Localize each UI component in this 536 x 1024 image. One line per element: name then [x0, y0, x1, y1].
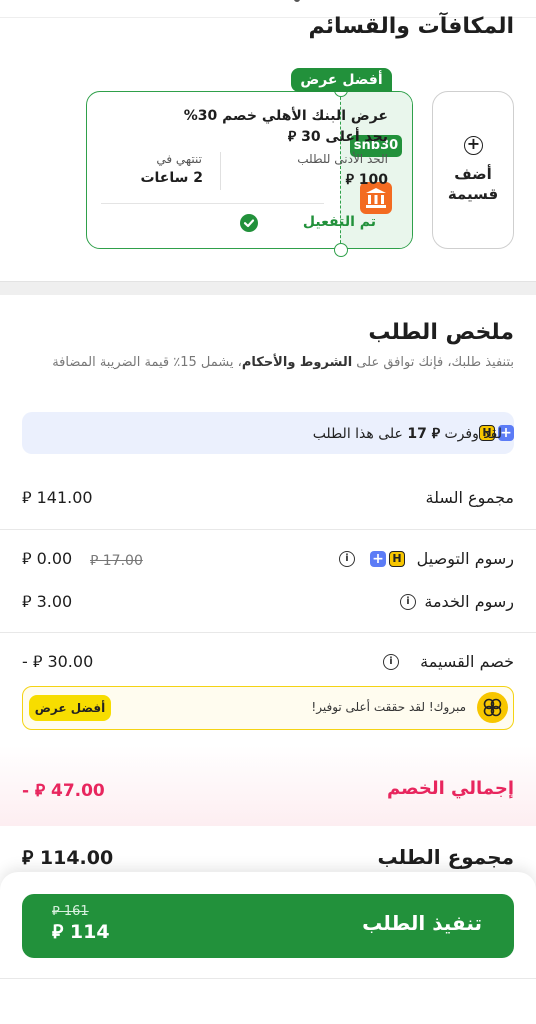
add-circle-icon: + — [464, 136, 483, 155]
delivery-info-icon[interactable]: i — [339, 551, 355, 567]
divider — [0, 529, 536, 530]
min-order-value: 100 ⃁ — [345, 172, 388, 188]
clover-icon — [477, 692, 508, 723]
total-discount-value: - ⃁ 47.00 — [22, 781, 105, 801]
add-voucher-label: أضف قسيمة — [447, 165, 499, 203]
delivery-fee-label: رسوم التوصيل — [416, 549, 514, 568]
voucher-discount-value: - ⃁ 30.00 — [22, 652, 94, 671]
divider — [0, 632, 536, 633]
rewards-section-title: المكافآت والقسائم — [308, 14, 514, 39]
terms-suffix: ، يشمل 15٪ قيمة الضريبة المضافة — [52, 355, 242, 370]
expires-label: تنتهي في — [156, 152, 202, 166]
congrats-text: مبروك! لقد حققت أعلى توفير! — [311, 700, 466, 714]
plus-badge-icon: + — [370, 551, 386, 567]
basket-total-label: مجموع السلة — [425, 488, 514, 507]
h-badge-icon: H — [389, 551, 405, 567]
service-info-icon[interactable]: i — [400, 594, 416, 610]
savings-text: لقد وفرت ⃁ 17 على هذا الطلب — [313, 424, 502, 442]
service-fee-label: رسوم الخدمة — [424, 592, 514, 611]
savings-prefix: لقد وفرت — [440, 426, 502, 442]
section-separator — [0, 281, 536, 295]
offer-divider-horizontal — [101, 203, 324, 204]
place-order-label: تنفيذ الطلب — [362, 911, 482, 935]
add-voucher-button[interactable]: + أضف قسيمة — [432, 91, 514, 249]
service-fee-value: ⃁ 3.00 — [22, 592, 73, 611]
offer-divider-vertical — [220, 152, 221, 190]
order-summary-title: ملخص الطلب — [368, 320, 514, 345]
terms-link[interactable]: الشروط والأحكام — [242, 355, 352, 370]
order-total-value: ⃁ 114.00 — [22, 847, 114, 869]
delivery-fee-value: ⃁ 0.00 — [22, 549, 73, 568]
best-offer-badge: أفضل عرض — [29, 695, 111, 721]
delivery-fee-old-value: ⃁ 17.00 — [90, 553, 143, 569]
new-price: ⃁ 114 — [52, 921, 110, 943]
check-circle-icon — [240, 214, 258, 232]
old-price: ⃁ 161 — [52, 904, 89, 919]
expires-value: 2 ساعات — [140, 170, 203, 186]
terms-notice: بتنفيذ طلبك، فإنك توافق على الشروط والأح… — [19, 353, 514, 373]
savings-amount: ⃁ 17 — [407, 426, 441, 442]
activated-label: تم التفعيل — [302, 214, 376, 230]
terms-prefix: بتنفيذ طلبك، فإنك توافق على — [352, 355, 514, 370]
min-order-label: الحد الأدنى للطلب — [297, 152, 388, 166]
savings-suffix: على هذا الطلب — [312, 426, 408, 442]
basket-total-value: ⃁ 141.00 — [22, 488, 93, 507]
voucher-discount-label: خصم القسيمة — [420, 652, 514, 671]
offer-title: عرض البنك الأهلي خصم 30% بحد أعلى 30 ⃁ — [183, 108, 388, 145]
bottom-divider — [0, 978, 536, 979]
voucher-info-icon[interactable]: i — [383, 654, 399, 670]
order-total-label: مجموع الطلب — [377, 845, 514, 869]
total-discount-label: إجمالي الخصم — [387, 778, 514, 799]
best-offer-tag: أفضل عرض — [291, 68, 392, 92]
ticket-notch-bottom — [334, 243, 348, 257]
